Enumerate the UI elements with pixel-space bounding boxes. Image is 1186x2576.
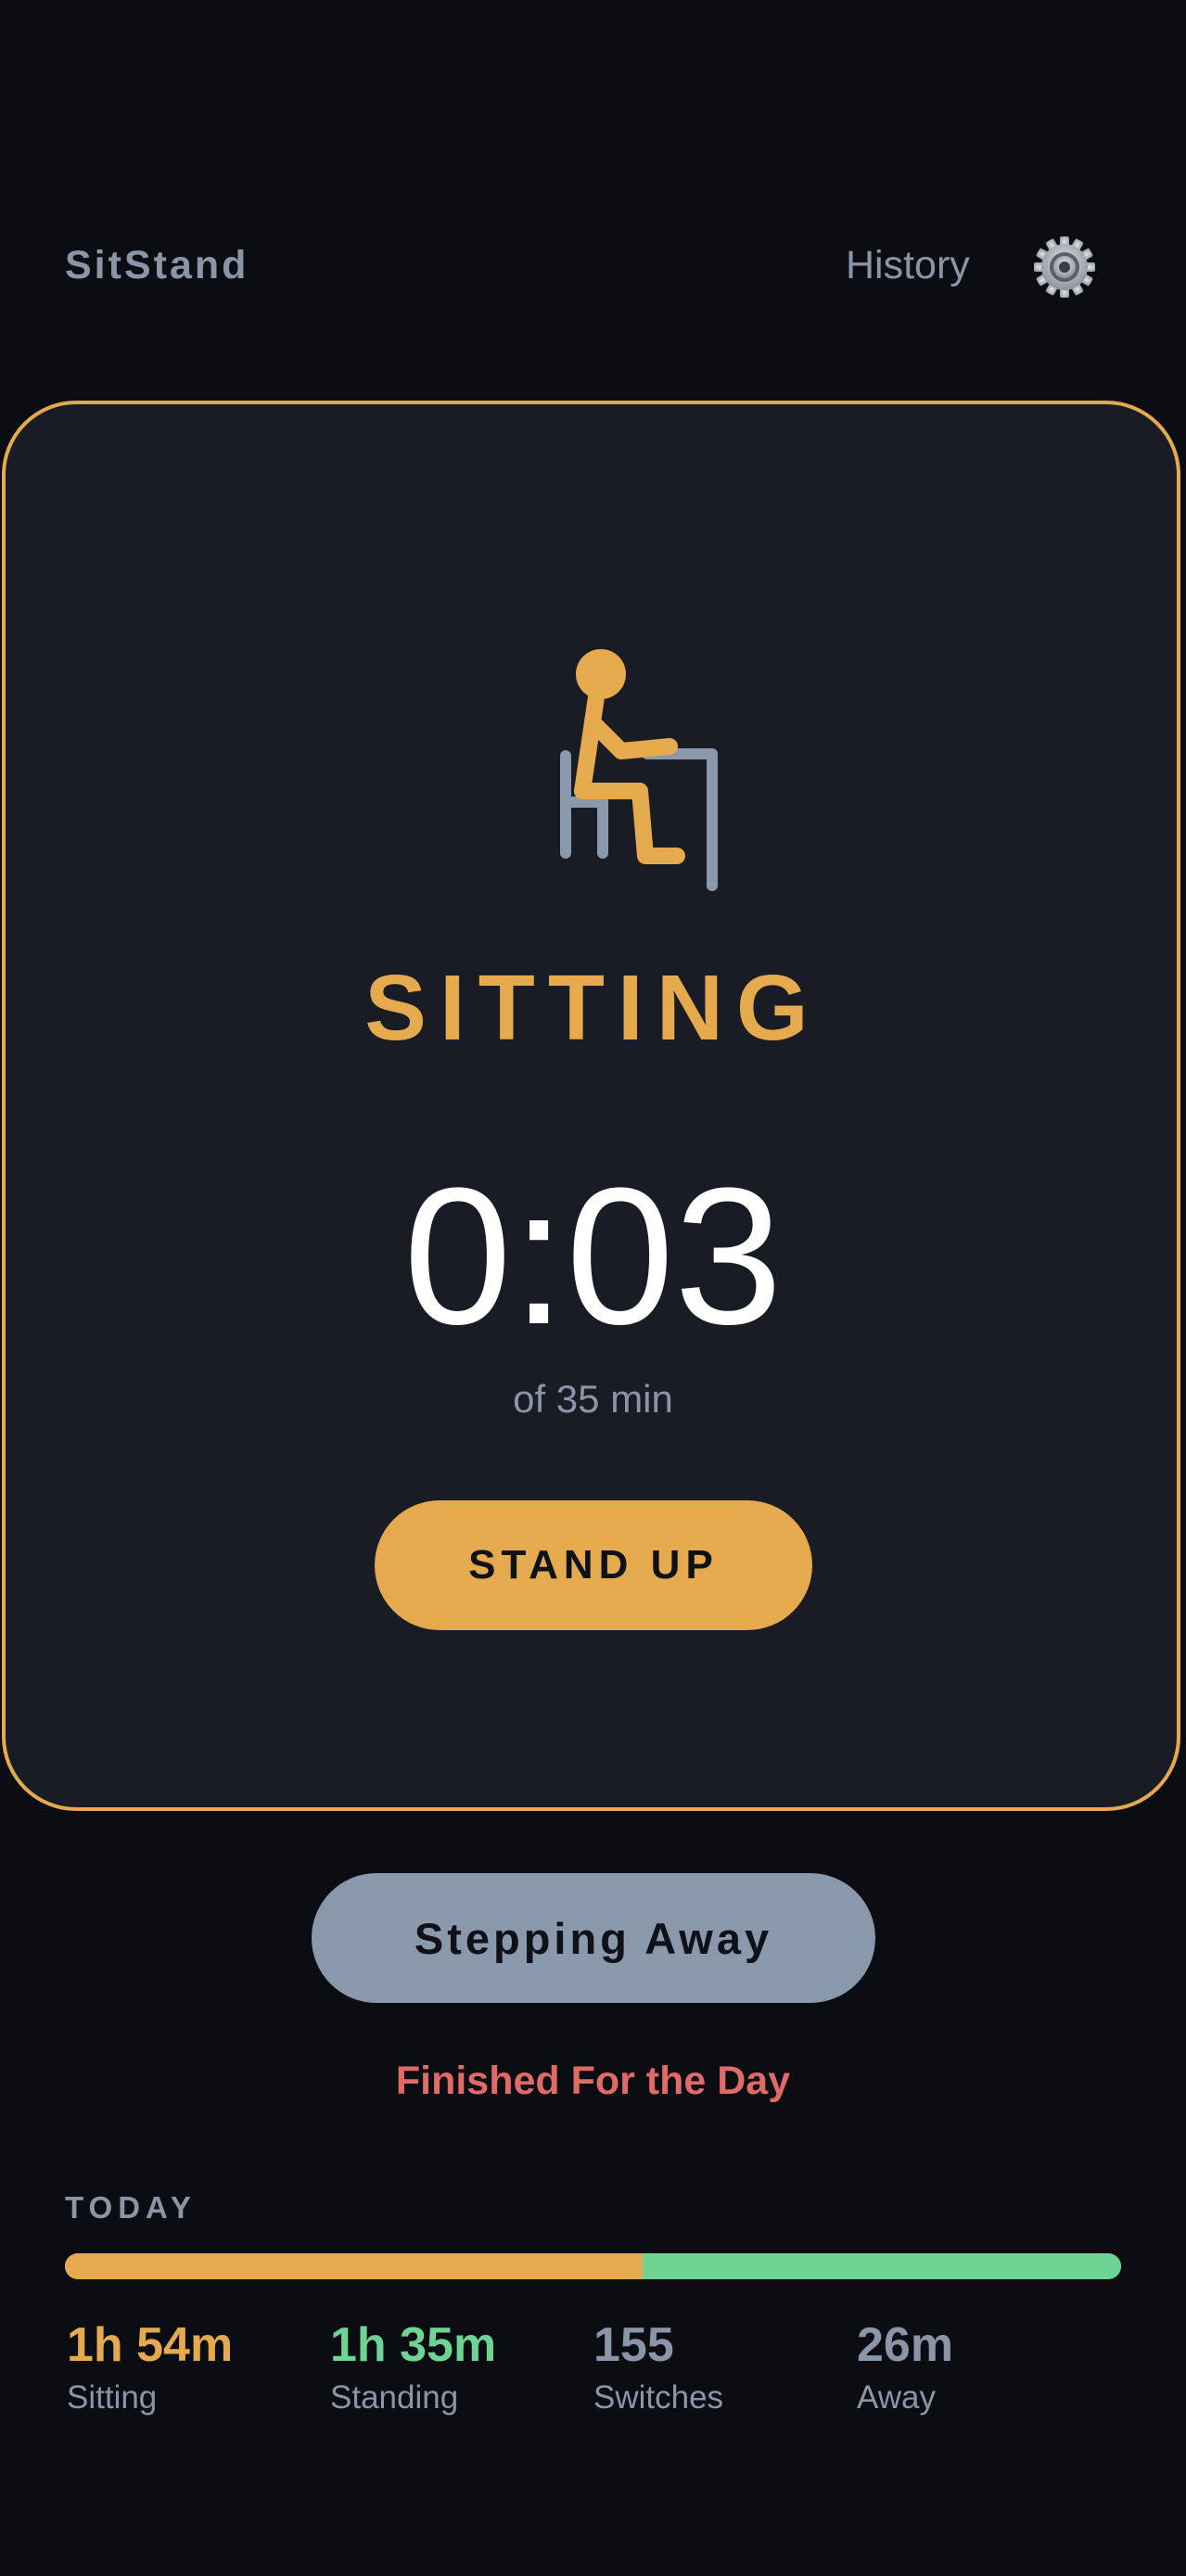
- session-timer: 0:03: [403, 1147, 783, 1365]
- stepping-away-button[interactable]: Stepping Away: [312, 1873, 875, 2003]
- today-progress-bar: [65, 2253, 1121, 2279]
- progress-standing-segment: [643, 2253, 1121, 2279]
- stat-standing: 1h 35m Standing: [330, 2318, 571, 2417]
- gear-icon[interactable]: [1032, 235, 1097, 300]
- stat-sitting: 1h 54m Sitting: [67, 2318, 308, 2417]
- app-screen: SitStand History SITTING 0:03 of 35 min …: [0, 0, 1186, 2576]
- sitting-at-desk-icon: [547, 635, 733, 895]
- stat-label: Sitting: [67, 2378, 158, 2416]
- stat-label: Switches: [593, 2378, 724, 2416]
- stand-up-button[interactable]: STAND UP: [375, 1500, 812, 1630]
- stat-value: 26m: [857, 2318, 954, 2372]
- progress-sitting-segment: [65, 2253, 644, 2279]
- stat-value: 155: [593, 2318, 674, 2372]
- history-link[interactable]: History: [846, 243, 970, 288]
- stat-value: 1h 54m: [67, 2318, 234, 2372]
- stat-switches: 155 Switches: [593, 2318, 835, 2417]
- stat-label: Away: [857, 2378, 936, 2416]
- session-target: of 35 min: [513, 1377, 673, 1421]
- stat-away: 26m Away: [857, 2318, 1098, 2417]
- stat-label: Standing: [330, 2378, 459, 2416]
- today-heading: TODAY: [65, 2190, 197, 2225]
- finished-for-day-link[interactable]: Finished For the Day: [0, 2059, 1186, 2104]
- app-title: SitStand: [65, 243, 249, 287]
- stat-value: 1h 35m: [330, 2318, 497, 2372]
- posture-status-label: SITTING: [364, 956, 822, 1060]
